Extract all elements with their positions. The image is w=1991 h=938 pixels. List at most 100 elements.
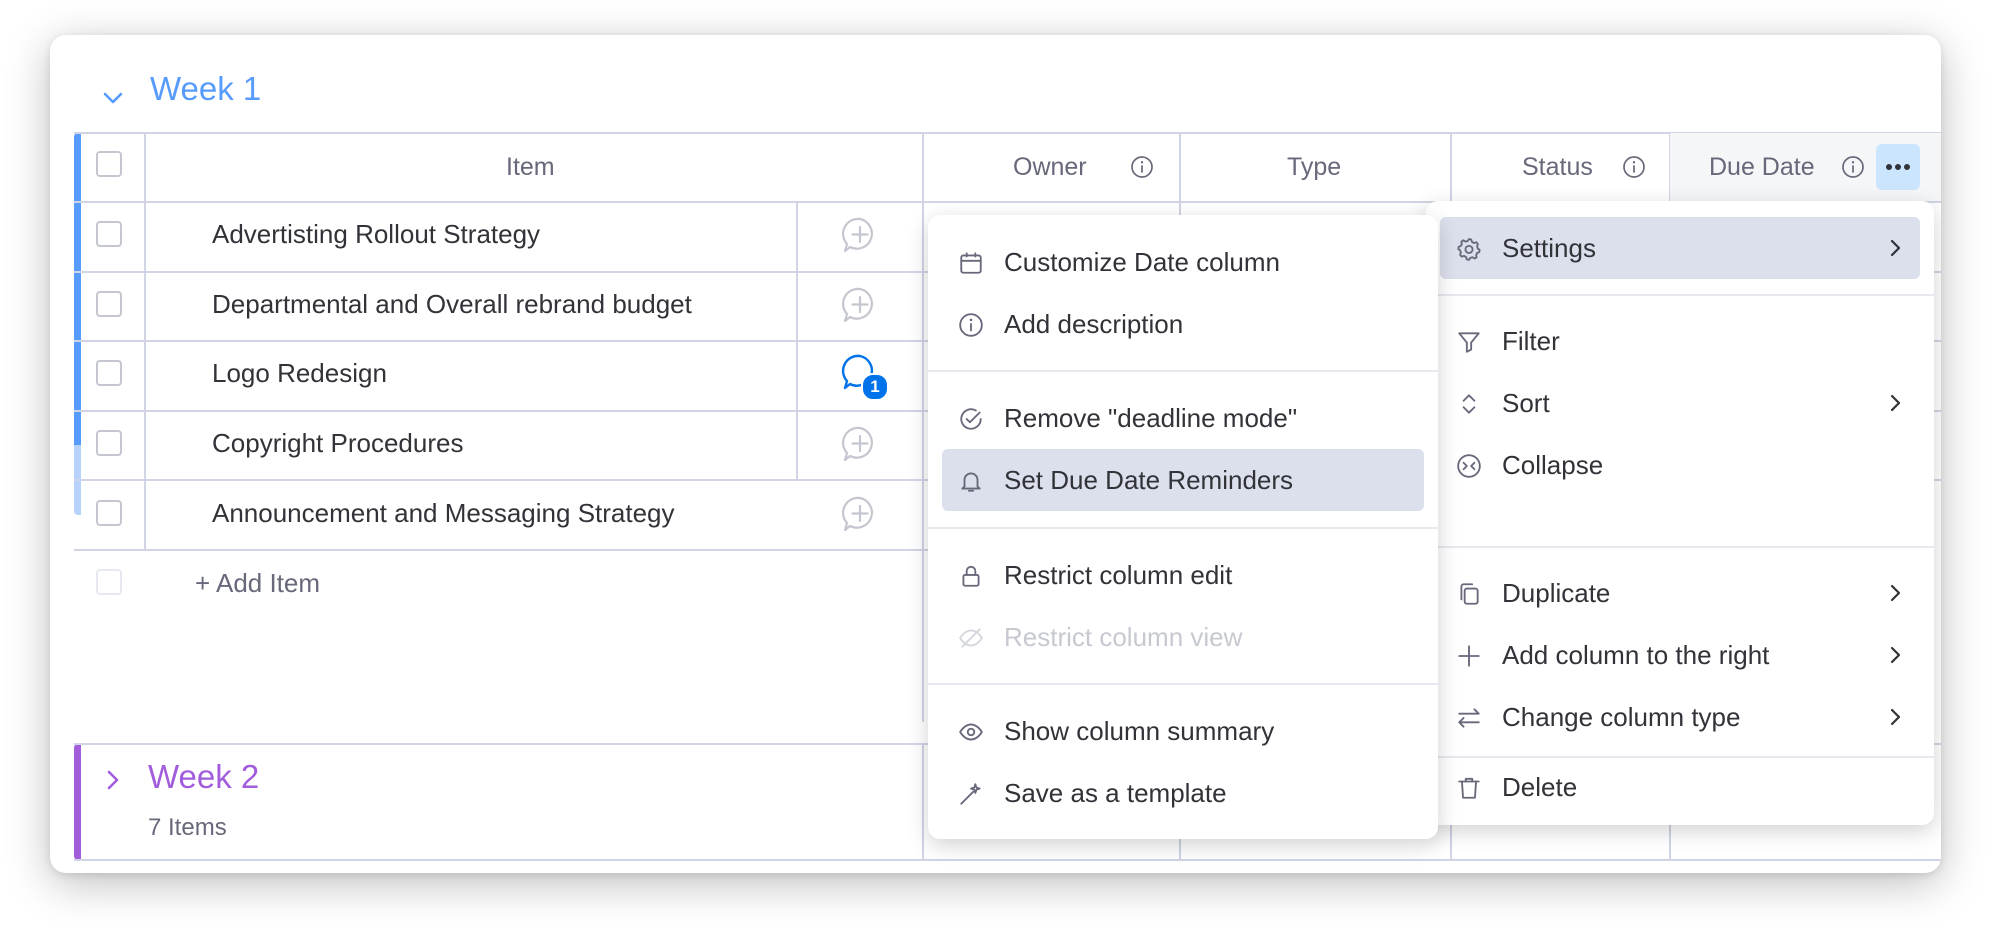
menu-item-filter[interactable]: Filter <box>1440 310 1920 372</box>
add-update-icon[interactable] <box>840 424 880 464</box>
info-icon[interactable] <box>1622 155 1646 179</box>
filter-icon <box>1458 332 1480 353</box>
submenu-item-label: Restrict column view <box>1004 622 1243 652</box>
menu-item-label: Duplicate <box>1502 578 1611 608</box>
updates-button[interactable]: 1 <box>840 352 889 401</box>
menu-item-label: Settings <box>1502 233 1596 263</box>
menu-item-sort[interactable]: Sort <box>1440 372 1920 434</box>
info-icon[interactable] <box>1841 155 1865 179</box>
submenu-item-restrict-column-edit[interactable]: Restrict column edit <box>942 544 1424 606</box>
group-title-week-2[interactable]: Week 2 <box>148 758 259 796</box>
sort-icon <box>1462 394 1476 414</box>
trash-icon <box>1458 777 1480 799</box>
column-header-due-date[interactable]: Due Date <box>1709 153 1815 182</box>
item-name[interactable]: Logo Redesign <box>212 358 387 389</box>
menu-separator <box>1426 546 1934 548</box>
menu-item-add-column-right[interactable]: Add column to the right <box>1440 624 1920 686</box>
grid-line <box>74 549 974 551</box>
submenu-item-add-description[interactable]: Add description <box>942 293 1424 355</box>
submenu-item-label: Save as a template <box>1004 778 1227 808</box>
group-expand-toggle[interactable] <box>100 767 126 793</box>
add-update-icon[interactable] <box>840 494 880 534</box>
collapse-icon <box>1457 454 1481 478</box>
chevron-right-icon <box>107 770 119 790</box>
chevron-right-icon <box>1890 646 1901 664</box>
submenu-item-label: Add description <box>1004 309 1184 339</box>
eye-icon <box>959 723 983 741</box>
row-checkbox[interactable] <box>96 360 122 386</box>
grid-line <box>74 132 1941 134</box>
submenu-item-label: Remove "deadline mode" <box>1004 403 1298 433</box>
menu-item-label: Collapse <box>1502 450 1604 480</box>
menu-item-delete-row[interactable]: Delete <box>1440 767 1920 813</box>
check-circle-icon <box>960 408 982 430</box>
menu-item-duplicate[interactable]: Duplicate <box>1440 562 1920 624</box>
row-checkbox[interactable] <box>96 291 122 317</box>
submenu-item-customize-date[interactable]: Customize Date column <box>942 231 1424 293</box>
column-header-status[interactable]: Status <box>1522 153 1593 182</box>
column-header-owner[interactable]: Owner <box>1013 153 1087 182</box>
column-header-type[interactable]: Type <box>1287 153 1341 182</box>
grid-line <box>144 132 146 550</box>
menu-item-label: Change column type <box>1502 702 1741 732</box>
menu-item-label: Add column to the right <box>1502 640 1770 670</box>
submenu-item-label: Restrict column edit <box>1004 560 1233 590</box>
chevron-right-icon <box>1890 584 1901 602</box>
column-options-button[interactable] <box>1876 144 1920 190</box>
item-name[interactable]: Departmental and Overall rebrand budget <box>212 289 692 320</box>
menu-separator <box>1426 294 1934 296</box>
grid-line <box>922 132 924 722</box>
submenu-item-remove-deadline-mode[interactable]: Remove "deadline mode" <box>942 387 1424 449</box>
add-update-icon[interactable] <box>840 285 880 325</box>
row-checkbox[interactable] <box>96 500 122 526</box>
submenu-item-restrict-column-view: Restrict column view <box>942 606 1424 668</box>
menu-item-label: Sort <box>1502 388 1550 418</box>
menu-separator <box>928 527 1438 529</box>
submenu-item-set-due-date-reminders[interactable]: Set Due Date Reminders <box>942 449 1424 511</box>
submenu-item-show-column-summary[interactable]: Show column summary <box>942 700 1424 762</box>
group-week-2-bar <box>74 744 81 860</box>
updates-count: 1 <box>870 377 880 396</box>
eye-off-icon <box>959 628 983 648</box>
lock-icon <box>962 565 980 587</box>
menu-item-label: Delete <box>1502 772 1578 802</box>
board-window: Week 1 Item Owner Type Status Due Date A… <box>50 35 1941 873</box>
menu-item-label: Filter <box>1502 326 1560 356</box>
column-header-item[interactable]: Item <box>506 153 555 182</box>
swap-icon <box>1458 708 1480 728</box>
item-name[interactable]: Advertisting Rollout Strategy <box>212 219 540 250</box>
select-all-checkbox[interactable] <box>96 151 122 177</box>
more-options-icon <box>1886 164 1910 170</box>
info-icon[interactable] <box>1130 155 1154 179</box>
grid-line <box>74 859 1941 861</box>
column-options-menu: Settings Filter Sort Collapse Duplicate … <box>1426 201 1934 825</box>
add-update-icon[interactable] <box>840 215 880 255</box>
add-item-checkbox <box>96 569 122 595</box>
submenu-item-label: Set Due Date Reminders <box>1004 465 1294 495</box>
item-name[interactable]: Announcement and Messaging Strategy <box>212 498 675 529</box>
item-name[interactable]: Copyright Procedures <box>212 428 463 459</box>
group-title-week-1[interactable]: Week 1 <box>150 70 261 108</box>
chevron-right-icon <box>1890 708 1901 726</box>
chevron-right-icon <box>1890 394 1901 412</box>
magic-wand-icon <box>960 783 981 805</box>
submenu-item-save-as-template[interactable]: Save as a template <box>942 762 1424 824</box>
group-item-count: 7 Items <box>148 814 227 841</box>
menu-item-collapse[interactable]: Collapse <box>1440 434 1920 496</box>
info-icon <box>959 313 983 337</box>
menu-separator <box>928 370 1438 372</box>
plus-icon <box>1458 645 1480 667</box>
settings-submenu: Customize Date column Add description Re… <box>928 215 1438 839</box>
duplicate-icon <box>1460 583 1479 605</box>
menu-item-settings[interactable]: Settings <box>1440 217 1920 279</box>
gear-icon <box>1457 238 1481 261</box>
calendar-icon <box>960 252 982 274</box>
chevron-right-icon <box>1890 239 1901 257</box>
add-item-input[interactable]: + Add Item <box>195 568 320 599</box>
row-checkbox[interactable] <box>96 221 122 247</box>
updates-count-badge: 1 <box>861 373 889 401</box>
grid-line <box>796 201 798 481</box>
group-collapse-toggle[interactable] <box>100 85 126 111</box>
submenu-item-label: Customize Date column <box>1004 247 1280 277</box>
row-checkbox[interactable] <box>96 430 122 456</box>
